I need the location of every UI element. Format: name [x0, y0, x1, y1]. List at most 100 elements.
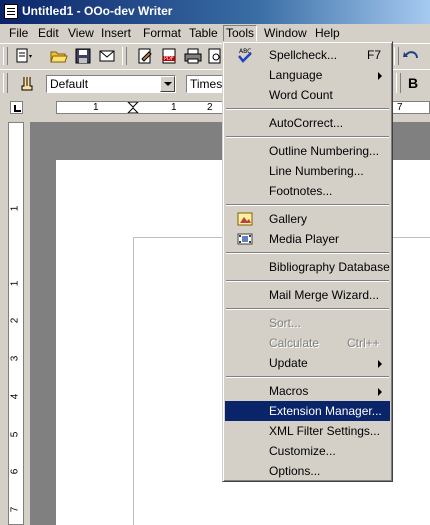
menu-item-label: Extension Manager...	[269, 404, 382, 418]
menu-item-label: Spellcheck...	[269, 48, 338, 62]
paragraph-style-select[interactable]: Default	[46, 75, 176, 93]
edit-file-icon[interactable]	[136, 47, 154, 65]
menu-item-macros[interactable]: Macros	[225, 381, 390, 401]
menu-separator	[226, 108, 389, 110]
menu-item-options[interactable]: Options...	[225, 461, 390, 481]
menu-item-sort: Sort...	[225, 313, 390, 333]
window-title: Untitled1 - OOo-dev Writer	[22, 4, 173, 18]
menu-item-media-player[interactable]: Media Player	[225, 229, 390, 249]
menu-separator	[226, 136, 389, 138]
menu-item-label: Outline Numbering...	[269, 144, 380, 158]
menu-item-spellcheck[interactable]: ABC Spellcheck... F7	[225, 45, 390, 65]
export-pdf-icon[interactable]: PDF	[160, 47, 178, 65]
tab-stop-selector[interactable]	[10, 101, 23, 114]
styles-formatting-icon[interactable]	[18, 74, 36, 92]
save-icon[interactable]	[74, 47, 92, 65]
ruler-number: 6	[9, 468, 21, 475]
tools-menu-dropdown: ABC Spellcheck... F7 Language Word Count Auto…	[222, 41, 393, 482]
menu-item-line-numbering[interactable]: Line Numbering...	[225, 161, 390, 181]
ruler-number: 2	[9, 317, 21, 324]
menu-item-label: Footnotes...	[269, 184, 333, 198]
menu-item-outline-numbering[interactable]: Outline Numbering...	[225, 141, 390, 161]
menu-item-label: Bibliography Database	[269, 260, 390, 274]
menu-separator	[226, 280, 389, 282]
spellcheck-icon: ABC	[237, 47, 253, 63]
menu-separator	[226, 204, 389, 206]
undo-icon[interactable]	[402, 47, 420, 65]
menu-item-label: Options...	[269, 464, 321, 478]
writer-app-icon	[4, 4, 18, 19]
ruler-number: 1	[9, 280, 21, 287]
menu-item-label: XML Filter Settings...	[269, 424, 380, 438]
menu-item-language[interactable]: Language	[225, 65, 390, 85]
menu-item-shortcut: F7	[367, 48, 382, 62]
menu-format[interactable]: Format	[141, 26, 183, 41]
menu-view[interactable]: View	[66, 26, 96, 41]
menu-tools[interactable]: Tools	[223, 25, 258, 42]
ruler-number: 1	[171, 102, 177, 113]
gallery-icon	[237, 211, 253, 227]
toolbar-separator	[122, 47, 127, 65]
menu-item-calculate: Calculate Ctrl++	[225, 333, 390, 353]
menu-item-label: Language	[269, 68, 323, 82]
media-player-icon	[237, 231, 253, 247]
toolbar-separator	[396, 73, 401, 93]
bold-icon[interactable]: B	[408, 74, 426, 92]
font-name-select[interactable]: Times N	[186, 75, 224, 93]
menu-item-label: Gallery	[269, 212, 308, 226]
menu-item-autocorrect[interactable]: AutoCorrect...	[225, 113, 390, 133]
menu-separator	[226, 376, 389, 378]
menu-separator	[226, 252, 389, 254]
ruler-number: 4	[9, 393, 21, 400]
ruler-number: 7	[397, 102, 403, 113]
vertical-ruler[interactable]: 1 1 2 3 4 5 6 7	[8, 122, 24, 525]
ruler-number: 7	[9, 506, 21, 513]
menu-insert[interactable]: Insert	[99, 26, 133, 41]
font-name-value: Times N	[190, 77, 223, 91]
menu-item-mail-merge-wizard[interactable]: Mail Merge Wizard...	[225, 285, 390, 305]
menu-item-xml-filter-settings[interactable]: XML Filter Settings...	[225, 421, 390, 441]
toolbar-grip[interactable]	[3, 47, 8, 65]
ruler-number: 3	[9, 355, 21, 362]
menu-item-gallery[interactable]: Gallery	[225, 209, 390, 229]
menu-item-label: Word Count	[269, 88, 333, 102]
menu-item-customize[interactable]: Customize...	[225, 441, 390, 461]
menu-file[interactable]: File	[7, 26, 30, 41]
ruler-number: 1	[9, 205, 21, 212]
menu-item-bibliography-database[interactable]: Bibliography Database	[225, 257, 390, 277]
open-folder-icon[interactable]	[50, 47, 68, 65]
menu-help[interactable]: Help	[313, 26, 342, 41]
menu-item-label: Line Numbering...	[269, 164, 364, 178]
menu-table[interactable]: Table	[187, 26, 220, 41]
menu-item-label: Calculate	[269, 336, 320, 350]
menu-item-label: Sort...	[269, 316, 302, 330]
menu-edit[interactable]: Edit	[36, 26, 61, 41]
title-bar: Untitled1 - OOo-dev Writer	[0, 0, 430, 24]
menu-item-label: AutoCorrect...	[269, 116, 344, 130]
menu-item-label: Macros	[269, 384, 309, 398]
menu-item-extension-manager[interactable]: Extension Manager...	[225, 401, 390, 421]
ruler-number: 5	[9, 431, 21, 438]
email-icon[interactable]	[98, 47, 116, 65]
indent-marker-icon[interactable]	[127, 102, 139, 114]
ruler-number: 2	[207, 102, 213, 113]
menu-item-word-count[interactable]: Word Count	[225, 85, 390, 105]
toolbar-grip[interactable]	[3, 73, 8, 93]
text-boundary	[133, 237, 134, 525]
paragraph-style-dropdown-button[interactable]	[160, 76, 175, 92]
menu-item-label: Update	[269, 356, 308, 370]
menu-item-shortcut: Ctrl++	[347, 336, 380, 350]
toolbar-separator	[394, 47, 399, 65]
menu-item-update[interactable]: Update	[225, 353, 390, 373]
menu-item-footnotes[interactable]: Footnotes...	[225, 181, 390, 201]
print-icon[interactable]	[184, 47, 202, 65]
menu-item-label: Media Player	[269, 232, 340, 246]
ruler-number: 1	[93, 102, 99, 113]
submenu-arrow-icon	[378, 72, 382, 80]
new-document-icon[interactable]	[14, 47, 32, 65]
menu-window[interactable]: Window	[262, 26, 309, 41]
paragraph-style-value: Default	[50, 77, 89, 91]
svg-text:PDF: PDF	[164, 56, 174, 62]
menu-item-label: Customize...	[269, 444, 336, 458]
submenu-arrow-icon	[378, 388, 382, 396]
